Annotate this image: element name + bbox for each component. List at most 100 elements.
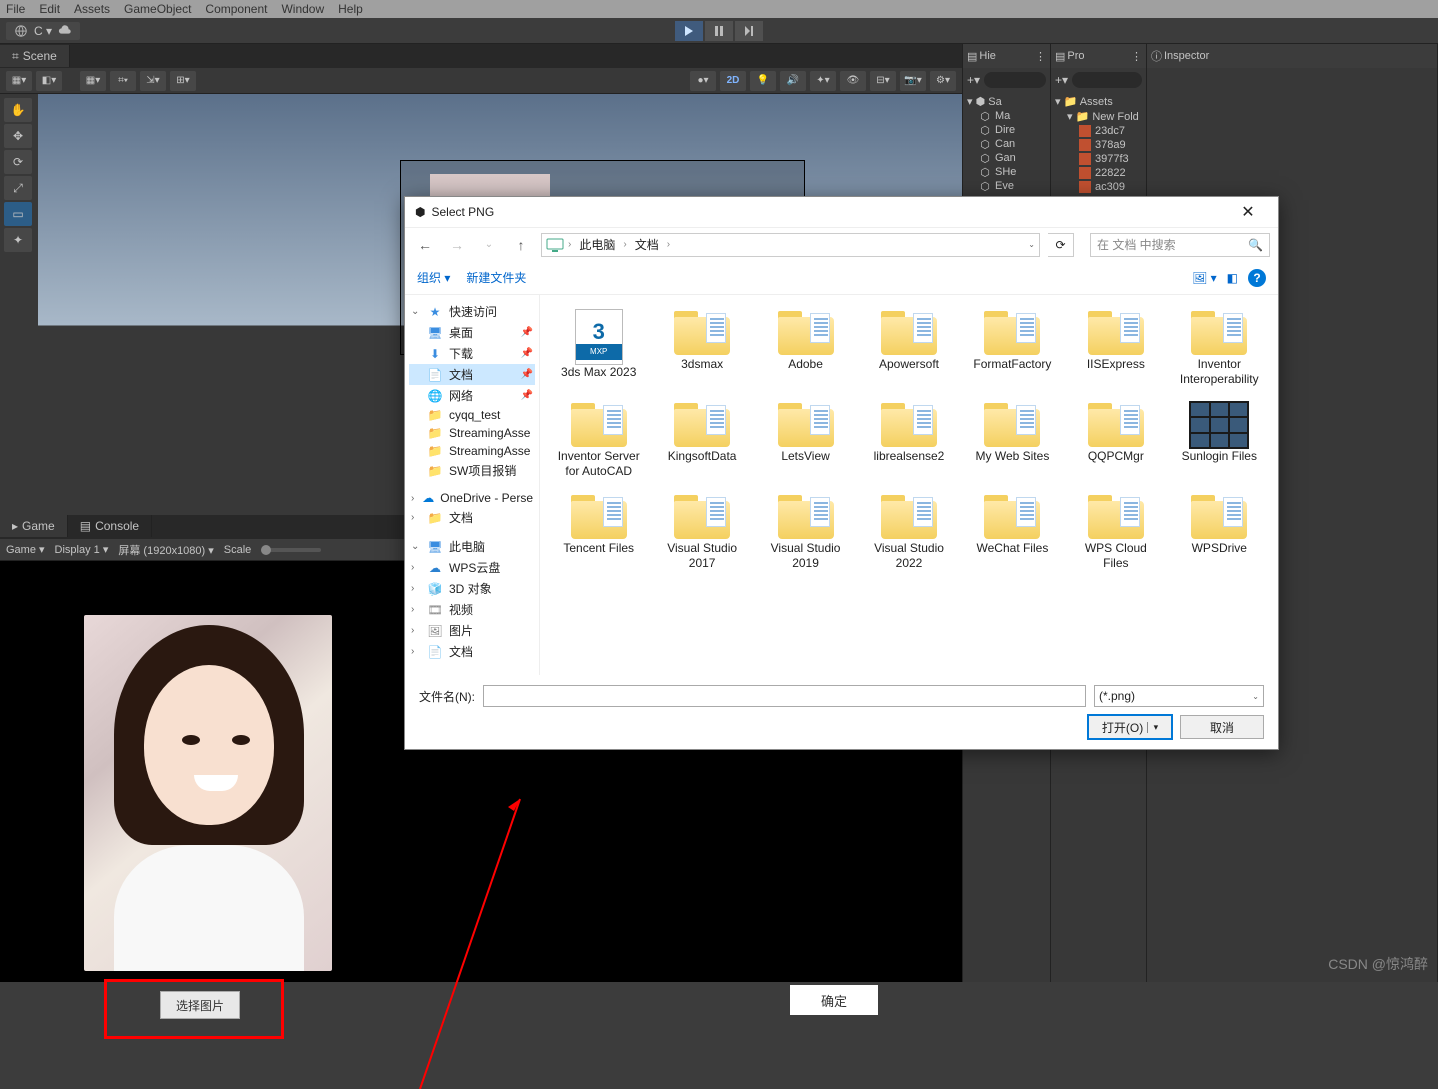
shading-dropdown[interactable]: ▦▾ [6, 71, 32, 91]
transform-tool[interactable]: ✦ [4, 228, 32, 252]
file-item[interactable]: WPSDrive [1171, 489, 1268, 575]
tools-more[interactable]: ⊞▾ [170, 71, 196, 91]
help-button[interactable]: ? [1248, 269, 1266, 287]
filename-input[interactable] [483, 685, 1086, 707]
move-tool[interactable]: ✥ [4, 124, 32, 148]
step-button[interactable] [735, 21, 763, 41]
file-item[interactable]: Inventor Server for AutoCAD [550, 397, 647, 483]
close-button[interactable]: ✕ [1228, 202, 1268, 222]
menu-window[interactable]: Window [281, 2, 324, 16]
path-dropdown[interactable]: ⌄ [1028, 240, 1035, 249]
address-bar[interactable]: › 此电脑 › 文档 › ⌄ [541, 233, 1040, 257]
crumb-pc[interactable]: 此电脑 [575, 236, 619, 253]
project-item[interactable]: 3977f3 [1055, 152, 1142, 166]
sidebar-quick-access[interactable]: ⌄★快速访问 [409, 301, 535, 322]
up-button[interactable]: ↑ [509, 237, 533, 253]
sidebar-pictures[interactable]: ›🖼图片 [409, 620, 535, 641]
open-button[interactable]: 打开(O) ▾ [1088, 715, 1172, 739]
effects-toggle[interactable]: ✦▾ [810, 71, 836, 91]
hierarchy-item[interactable]: ⬡Can [967, 137, 1046, 151]
file-item[interactable]: 3dsmax [653, 305, 750, 391]
file-item[interactable]: Visual Studio 2019 [757, 489, 854, 575]
file-item[interactable]: QQPCMgr [1067, 397, 1164, 483]
add-icon[interactable]: +▾ [1055, 73, 1068, 87]
hidden-toggle[interactable]: 👁 [840, 71, 866, 91]
display-dropdown[interactable]: Display 1 ▾ [55, 543, 109, 556]
file-item[interactable]: 3MXP3ds Max 2023 [550, 305, 647, 391]
project-item[interactable]: ac309 [1055, 180, 1142, 194]
camera-settings[interactable]: 📷▾ [900, 71, 926, 91]
hierarchy-item[interactable]: ⬡SHe [967, 165, 1046, 179]
sidebar-folder-cyqq[interactable]: 📁cyqq_test [409, 406, 535, 424]
file-item[interactable]: Visual Studio 2022 [860, 489, 957, 575]
hierarchy-item[interactable]: ⬡Gan [967, 151, 1046, 165]
select-image-button[interactable]: 选择图片 [160, 991, 240, 1019]
sidebar-docs2[interactable]: ›📄文档 [409, 641, 535, 662]
pause-button[interactable] [705, 21, 733, 41]
file-item[interactable]: Apowersoft [860, 305, 957, 391]
project-item[interactable]: 22822 [1055, 166, 1142, 180]
menu-file[interactable]: File [6, 2, 25, 16]
menu-gameobject[interactable]: GameObject [124, 2, 191, 16]
hierarchy-item[interactable]: ⬡Ma [967, 109, 1046, 123]
preview-pane-button[interactable]: ◧ [1227, 271, 1238, 285]
project-assets[interactable]: ▾ 📁 Assets [1055, 94, 1142, 109]
file-item[interactable]: WPS Cloud Files [1067, 489, 1164, 575]
console-tab[interactable]: ▤Console [68, 515, 152, 537]
confirm-button[interactable]: 确定 [790, 985, 878, 1015]
sidebar-documents[interactable]: 📄文档📌 [409, 364, 535, 385]
file-item[interactable]: Sunlogin Files [1171, 397, 1268, 483]
forward-button[interactable]: → [445, 237, 469, 253]
scene-tab[interactable]: ⌗ Scene [0, 45, 70, 67]
file-item[interactable]: Visual Studio 2017 [653, 489, 750, 575]
sidebar-videos[interactable]: ›🎞视频 [409, 599, 535, 620]
organize-button[interactable]: 组织 ▾ [417, 269, 450, 286]
file-item[interactable]: Adobe [757, 305, 854, 391]
sidebar-downloads[interactable]: ⬇下载📌 [409, 343, 535, 364]
crumb-docs[interactable]: 文档 [631, 236, 663, 253]
file-item[interactable]: My Web Sites [964, 397, 1061, 483]
resolution-dropdown[interactable]: 屏幕 (1920x1080) ▾ [118, 542, 213, 558]
file-item[interactable]: IISExpress [1067, 305, 1164, 391]
rect-tool[interactable]: ▭ [4, 202, 32, 226]
hierarchy-scene[interactable]: ▾ ⬢ Sa [967, 94, 1046, 109]
sidebar-3d[interactable]: ›🧊3D 对象 [409, 578, 535, 599]
game-dropdown[interactable]: Game ▾ [6, 543, 45, 556]
sidebar-wps[interactable]: ›☁WPS云盘 [409, 557, 535, 578]
hierarchy-item[interactable]: ⬡Eve [967, 179, 1046, 193]
file-item[interactable]: KingsoftData [653, 397, 750, 483]
add-icon[interactable]: +▾ [967, 73, 980, 87]
project-tab[interactable]: ▤ Pro ⋮ [1051, 44, 1146, 68]
view-dropdown[interactable]: 🖼 ▾ [1192, 271, 1217, 285]
file-item[interactable]: librealsense2 [860, 397, 957, 483]
sidebar-desktop[interactable]: 🖥桌面📌 [409, 322, 535, 343]
rotate-tool[interactable]: ⟳ [4, 150, 32, 174]
file-item[interactable]: Tencent Files [550, 489, 647, 575]
grid-toggle[interactable]: ▦▾ [80, 71, 106, 91]
lighting-toggle[interactable]: 💡 [750, 71, 776, 91]
project-search[interactable] [1072, 72, 1142, 88]
audio-toggle[interactable]: 🔊 [780, 71, 806, 91]
sidebar-this-pc[interactable]: ⌄🖥此电脑 [409, 536, 535, 557]
back-button[interactable]: ← [413, 237, 437, 253]
recent-dropdown[interactable]: ⌄ [477, 239, 501, 250]
file-item[interactable]: WeChat Files [964, 489, 1061, 575]
game-tab[interactable]: ▸Game [0, 515, 68, 537]
sidebar-network[interactable]: 🌐网络📌 [409, 385, 535, 406]
snap-toggle[interactable]: ⌗▾ [110, 71, 136, 91]
2d-toggle[interactable]: 2D [720, 71, 746, 91]
gizmos-toggle[interactable]: ⚙▾ [930, 71, 956, 91]
refresh-button[interactable]: ⟳ [1048, 233, 1074, 257]
menu-help[interactable]: Help [338, 2, 363, 16]
scale-tool[interactable]: ⤢ [4, 176, 32, 200]
layers-toggle[interactable]: ⊟▾ [870, 71, 896, 91]
project-item[interactable]: 23dc7 [1055, 124, 1142, 138]
file-list[interactable]: 3MXP3ds Max 20233dsmaxAdobeApowersoftFor… [540, 295, 1278, 675]
cancel-button[interactable]: 取消 [1180, 715, 1264, 739]
hierarchy-search[interactable] [984, 72, 1046, 88]
sidebar-folder-stream1[interactable]: 📁StreamingAsse [409, 424, 535, 442]
project-folder[interactable]: ▾ 📁 New Fold [1055, 109, 1142, 124]
increment-toggle[interactable]: ⇲▾ [140, 71, 166, 91]
new-folder-button[interactable]: 新建文件夹 [466, 269, 526, 286]
cloud-sync-group[interactable]: C ▾ [6, 22, 80, 40]
